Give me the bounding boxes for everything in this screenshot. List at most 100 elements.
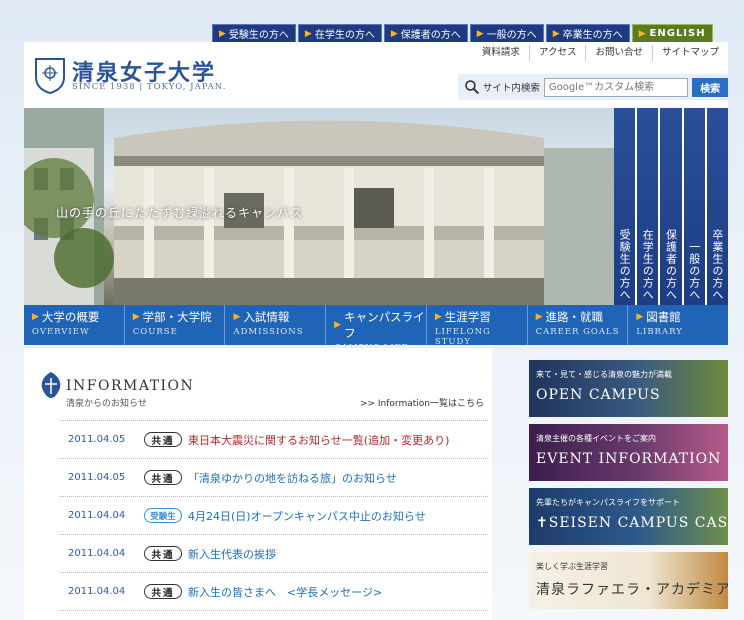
nav-sublabel: CAREER GOALS bbox=[535, 327, 620, 337]
tab-alumni[interactable]: ▶ 卒業生の方へ bbox=[545, 24, 630, 43]
nav-label: 学部・大学院 bbox=[142, 310, 212, 324]
nav-sublabel: LIBRARY bbox=[636, 327, 683, 337]
info-crest-icon bbox=[41, 372, 61, 398]
item-link[interactable]: 4月24日(日)オープンキャンパス中止のお知らせ bbox=[188, 508, 426, 524]
item-link[interactable]: 「清泉ゆかりの地を訪ねる旅」のお知らせ bbox=[188, 470, 397, 486]
nav-library[interactable]: ▶ 図書館 LIBRARY bbox=[628, 305, 728, 345]
audience-columns: 受験生の方へ 在学生の方へ 保護者の方へ 一般の方へ 卒業生の方へ bbox=[614, 108, 729, 305]
banner-raffaella-academia[interactable]: 楽しく学ぶ生涯学習 清泉ラファエラ・アカデミア bbox=[529, 552, 728, 609]
col-label: 保護者の方へ bbox=[664, 229, 678, 301]
search-button[interactable]: 検索 bbox=[692, 77, 728, 97]
nav-sublabel: LIFELONG STUDY bbox=[434, 327, 491, 347]
search-input[interactable] bbox=[543, 77, 689, 97]
info-subtitle: 清泉からのお知らせ bbox=[66, 399, 147, 409]
tab-prospective[interactable]: ▶ 受験生の方へ bbox=[212, 24, 296, 43]
arrow-icon: ▶ bbox=[304, 28, 312, 39]
tab-label: 保護者の方へ bbox=[400, 30, 461, 41]
nav-label: 進路・就職 bbox=[545, 310, 604, 324]
header: 清泉女子大学 SINCE 1938 | TOKYO, JAPAN. 資料請求 ア… bbox=[24, 42, 728, 108]
audience-tabs: ▶ 受験生の方へ ▶ 在学生の方へ ▶ 保護者の方へ ▶ 一般の方へ ▶ 卒業生の方へ ▶… bbox=[212, 24, 713, 43]
util-link-request[interactable]: 資料請求 bbox=[473, 45, 529, 61]
info-more-link[interactable]: >> Information一覧はこちら bbox=[360, 396, 484, 409]
util-link-access[interactable]: アクセス bbox=[528, 45, 586, 61]
arrow-icon: ▶ bbox=[32, 312, 39, 322]
col-label: 卒業生の方へ bbox=[710, 229, 724, 301]
category-badge: 共通 bbox=[144, 584, 182, 599]
tab-current[interactable]: ▶ 在学生の方へ bbox=[297, 24, 382, 43]
arrow-icon: ▶ bbox=[638, 28, 647, 39]
banner-caption: 先輩たちがキャンパスライフをサポート bbox=[536, 498, 680, 507]
magnifier-icon bbox=[465, 80, 480, 95]
nav-campus-life[interactable]: ▶キャンパスライフ CAMPUS LIFE bbox=[326, 305, 427, 353]
nav-career-goals[interactable]: ▶ 進路・就職 CAREER GOALS bbox=[528, 305, 629, 345]
item-date: 2011.04.05 bbox=[68, 472, 126, 483]
list-item: 2011.04.05 共通 「清泉ゆかりの地を訪ねる旅」のお知らせ bbox=[60, 458, 488, 496]
col-parents[interactable]: 保護者の方へ bbox=[660, 108, 682, 305]
banner-caption: 楽しく学ぶ生涯学習 bbox=[536, 562, 608, 571]
tab-label: 在学生の方へ bbox=[314, 30, 375, 41]
arrow-icon: ▶ bbox=[476, 28, 484, 39]
tab-label: 受験生の方へ bbox=[228, 30, 289, 41]
item-date: 2011.04.05 bbox=[68, 434, 126, 445]
item-link[interactable]: 新入生代表の挨拶 bbox=[188, 546, 276, 562]
nav-admissions[interactable]: ▶ 入試情報 ADMISSIONS bbox=[225, 305, 327, 345]
category-badge: 共通 bbox=[144, 546, 182, 561]
banner-title: ✝SEISEN CAMPUS CAST bbox=[536, 515, 728, 531]
nav-lifelong-study[interactable]: ▶ 生涯学習 LIFELONG STUDY bbox=[427, 305, 528, 347]
utility-links: 資料請求 アクセス お問い合せ サイトマップ bbox=[473, 45, 728, 61]
col-prospective[interactable]: 受験生の方へ bbox=[614, 108, 636, 305]
util-link-contact[interactable]: お問い合せ bbox=[585, 45, 652, 61]
util-link-sitemap[interactable]: サイトマップ bbox=[651, 45, 728, 61]
arrow-icon: ▶ bbox=[434, 312, 442, 322]
arrow-icon: ▶ bbox=[219, 28, 226, 39]
site-search: サイト内検索 検索 bbox=[458, 74, 728, 100]
banner-event-information[interactable]: 清泉主催の各種イベントをご案内 EVENT INFORMATION bbox=[529, 424, 728, 481]
list-item bbox=[60, 610, 488, 620]
col-alumni[interactable]: 卒業生の方へ bbox=[706, 108, 729, 305]
list-item: 2011.04.05 共通 東日本大震災に関するお知らせ一覧(追加・変更あり) bbox=[60, 420, 488, 458]
list-item: 2011.04.04 受験生 4月24日(日)オープンキャンパス中止のお知らせ bbox=[60, 496, 488, 534]
information-panel: INFORMATION 清泉からのお知らせ >> Information一覧はこ… bbox=[24, 348, 492, 620]
tab-general[interactable]: ▶ 一般の方へ bbox=[469, 24, 544, 43]
arrow-icon: ▶ bbox=[390, 28, 398, 39]
col-current[interactable]: 在学生の方へ bbox=[637, 108, 659, 305]
banner-open-campus[interactable]: 来て・見て・感じる清泉の魅力が満載 OPEN CAMPUS bbox=[529, 360, 728, 417]
nav-label: 大学の概要 bbox=[41, 310, 100, 324]
nav-label: 生涯学習 bbox=[444, 310, 491, 324]
banner-title: EVENT INFORMATION bbox=[536, 451, 722, 467]
item-date: 2011.04.04 bbox=[68, 548, 126, 559]
arrow-icon: ▶ bbox=[636, 312, 644, 322]
tab-label: ENGLISH bbox=[649, 28, 706, 39]
info-title: INFORMATION bbox=[66, 378, 195, 394]
tab-parents[interactable]: ▶ 保護者の方へ bbox=[383, 24, 468, 43]
banner-title: OPEN CAMPUS bbox=[536, 387, 661, 403]
item-date: 2011.04.04 bbox=[68, 586, 126, 597]
info-list: 2011.04.05 共通 東日本大震災に関するお知らせ一覧(追加・変更あり) … bbox=[60, 420, 488, 620]
item-date: 2011.04.04 bbox=[68, 510, 126, 521]
category-badge: 共通 bbox=[144, 470, 182, 485]
global-nav: ▶ 大学の概要 OVERVIEW ▶ 学部・大学院 COURSE ▶ 入試情報 ADM… bbox=[24, 305, 728, 353]
tab-label: 一般の方へ bbox=[486, 30, 537, 41]
arrow-icon: ▶ bbox=[132, 312, 140, 322]
category-badge: 受験生 bbox=[144, 508, 182, 523]
banner-caption: 清泉主催の各種イベントをご案内 bbox=[536, 434, 656, 443]
hero-image: 山の手の丘にたたずむ緑溢れるキャンパス bbox=[24, 108, 614, 305]
category-badge: 共通 bbox=[144, 432, 182, 447]
col-label: 一般の方へ bbox=[687, 241, 701, 301]
banner-caption: 来て・見て・感じる清泉の魅力が満載 bbox=[536, 370, 672, 379]
search-label: サイト内検索 bbox=[482, 83, 540, 94]
hero-caption: 山の手の丘にたたずむ緑溢れるキャンパス bbox=[56, 206, 304, 220]
tab-english[interactable]: ▶ ENGLISH bbox=[631, 24, 713, 43]
arrow-icon: ▶ bbox=[535, 312, 543, 322]
col-label: 受験生の方へ bbox=[618, 229, 632, 301]
banner-campus-cast[interactable]: 先輩たちがキャンパスライフをサポート ✝SEISEN CAMPUS CAST bbox=[529, 488, 728, 545]
col-general[interactable]: 一般の方へ bbox=[683, 108, 705, 305]
nav-overview[interactable]: ▶ 大学の概要 OVERVIEW bbox=[24, 305, 125, 345]
banner-title: 清泉ラファエラ・アカデミア bbox=[536, 582, 728, 598]
nav-course[interactable]: ▶ 学部・大学院 COURSE bbox=[125, 305, 226, 345]
nav-sublabel: OVERVIEW bbox=[32, 327, 90, 337]
item-link[interactable]: 東日本大震災に関するお知らせ一覧(追加・変更あり) bbox=[188, 432, 449, 448]
item-link[interactable]: 新入生の皆さまへ <学長メッセージ> bbox=[188, 584, 382, 600]
crest-logo-icon[interactable] bbox=[32, 55, 68, 95]
arrow-icon: ▶ bbox=[233, 312, 241, 322]
